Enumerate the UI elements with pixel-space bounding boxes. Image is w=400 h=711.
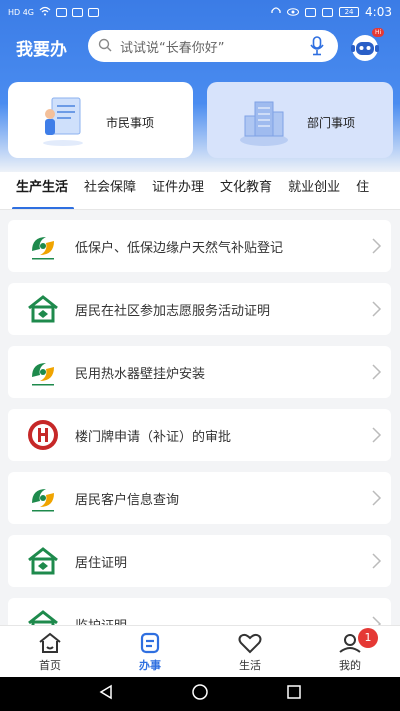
service-list: 低保户、低保边缘户天然气补贴登记 居民在社区参加志愿服务活动证明 民用热水器壁挂…: [0, 212, 400, 625]
tab-social-security[interactable]: 社会保障: [76, 172, 144, 209]
list-item[interactable]: 低保户、低保边缘户天然气补贴登记: [8, 220, 391, 272]
community-house-icon: [26, 544, 60, 578]
nav-profile-label: 我的: [339, 659, 361, 672]
chevron-right-icon: [369, 488, 383, 508]
microphone-icon[interactable]: [306, 35, 328, 57]
category-tabs: 生产生活 社会保障 证件办理 文化教育 就业创业 住: [0, 172, 400, 210]
list-item-label: 居民在社区参加志愿服务活动证明: [75, 304, 271, 319]
nav-service[interactable]: 办事: [100, 626, 200, 677]
citizen-affairs-label: 市民事项: [106, 116, 155, 130]
list-item-label: 居住证明: [75, 556, 128, 571]
recents-icon[interactable]: [286, 684, 302, 704]
list-item[interactable]: 居住证明: [8, 535, 391, 587]
home-circle-icon[interactable]: [191, 683, 209, 705]
list-item-label: 居民客户信息查询: [75, 493, 180, 508]
nav-life-label: 生活: [239, 659, 261, 672]
chevron-right-icon: [369, 425, 383, 445]
list-item[interactable]: 监护证明: [8, 598, 391, 625]
citizen-document-icon: [38, 94, 88, 152]
nav-home-label: 首页: [39, 659, 61, 672]
chevron-right-icon: [369, 362, 383, 382]
community-house-icon: [26, 607, 60, 625]
nav-profile[interactable]: 我的 1: [300, 626, 400, 677]
eye-icon: [287, 6, 300, 19]
notification-icon: [56, 7, 68, 17]
headset-icon: [271, 6, 281, 19]
list-item-label: 民用热水器壁挂炉安装: [75, 367, 206, 382]
vibrate-icon: [322, 7, 334, 17]
bottom-navigation: 首页 办事 生活 我的 1: [0, 625, 400, 677]
system-navigation-bar: [0, 677, 400, 711]
gas-company-logo-icon: [26, 229, 60, 263]
department-affairs-card[interactable]: 部门事项: [207, 82, 393, 158]
nav-home[interactable]: 首页: [0, 626, 100, 677]
tab-housing[interactable]: 住: [348, 172, 377, 209]
chevron-right-icon: [369, 551, 383, 571]
search-input[interactable]: 试试说“长春你好”: [120, 37, 306, 56]
heart-icon: [237, 631, 263, 655]
chevron-right-icon: [369, 614, 383, 625]
list-item-label: 监护证明: [75, 615, 127, 625]
wifi-icon: [39, 6, 51, 19]
list-item[interactable]: 居民在社区参加志愿服务活动证明: [8, 283, 391, 335]
chevron-right-icon: [369, 299, 383, 319]
gas-company-logo-icon: [26, 481, 60, 515]
page-title: 我要办: [16, 40, 67, 60]
service-icon: [137, 631, 163, 655]
tab-certificates[interactable]: 证件办理: [144, 172, 212, 209]
list-item-label: 楼门牌申请（补证）的审批: [75, 430, 232, 445]
list-item[interactable]: 民用热水器壁挂炉安装: [8, 346, 391, 398]
nav-life[interactable]: 生活: [200, 626, 300, 677]
list-item[interactable]: 楼门牌申请（补证）的审批: [8, 409, 391, 461]
gas-company-logo-icon: [26, 355, 60, 389]
nav-service-label: 办事: [139, 659, 161, 672]
assistant-badge: Hi: [372, 28, 385, 37]
clock: 4:03: [365, 5, 392, 19]
network-indicator: HD 4G: [8, 7, 35, 17]
nfc-icon: [305, 7, 317, 17]
building-icon: [237, 96, 291, 152]
search-bar[interactable]: 试试说“长春你好”: [88, 30, 338, 62]
back-icon[interactable]: [98, 684, 114, 704]
community-house-icon: [26, 292, 60, 326]
status-bar: HD 4G 24 4:03: [0, 0, 400, 24]
notification-badge: 1: [358, 628, 378, 648]
battery-icon: 24: [339, 7, 360, 17]
chevron-right-icon: [369, 236, 383, 256]
department-affairs-label: 部门事项: [307, 116, 356, 130]
notification-icon-3: [88, 7, 100, 17]
tab-production-life[interactable]: 生产生活: [0, 172, 76, 209]
red-seal-icon: [26, 418, 60, 452]
tab-employment[interactable]: 就业创业: [280, 172, 348, 209]
app-header: 我要办 试试说“长春你好” Hi: [0, 26, 400, 66]
notification-icon-2: [72, 7, 84, 17]
list-item[interactable]: 居民客户信息查询: [8, 472, 391, 524]
citizen-affairs-card[interactable]: 市民事项: [8, 82, 193, 158]
tab-culture-education[interactable]: 文化教育: [212, 172, 280, 209]
list-item-label: 低保户、低保边缘户天然气补贴登记: [75, 241, 284, 256]
search-icon: [98, 37, 112, 56]
home-icon: [37, 631, 63, 655]
